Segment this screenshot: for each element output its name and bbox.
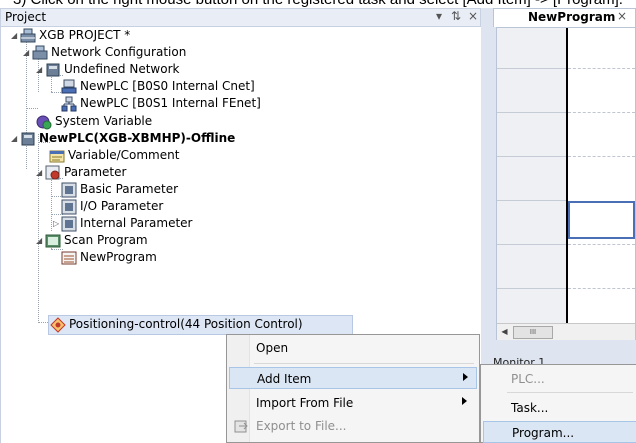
- menu-item-label: Task...: [511, 401, 549, 415]
- network-config-icon: [32, 45, 48, 60]
- program-icon: [61, 251, 77, 265]
- tree-item-label: NewPLC(XGB-XBMHP)-Offline: [39, 131, 236, 145]
- horizontal-scrollbar[interactable]: ◀ III: [497, 323, 635, 340]
- submenu-item-program[interactable]: Program...: [483, 421, 636, 443]
- scroll-left-icon[interactable]: ◀: [499, 326, 510, 338]
- submenu-item-task[interactable]: Task...: [483, 397, 636, 419]
- menu-separator: [254, 363, 474, 364]
- variable-comment-icon: [49, 150, 65, 163]
- menu-item-label: Export to File...: [256, 419, 347, 433]
- close-icon[interactable]: ×: [466, 9, 480, 26]
- parameter-icon: [45, 165, 60, 180]
- tree-item-label: Basic Parameter: [80, 182, 179, 196]
- tree-item-label: NewPLC [B0S0 Internal Cnet]: [80, 79, 255, 93]
- pin-icon[interactable]: ⇅: [449, 9, 463, 26]
- plc-icon: [21, 132, 35, 146]
- add-item-submenu: PLC... Task... Program...: [480, 364, 636, 443]
- tab-label: NewProgram: [528, 10, 616, 24]
- tree-item-label: Parameter: [64, 165, 127, 179]
- expand-toggle-icon[interactable]: ◢: [23, 44, 31, 62]
- submenu-arrow-icon: [463, 373, 468, 381]
- tree-item-label: Positioning-control(44 Position Control): [69, 317, 303, 331]
- menu-item-open[interactable]: Open: [229, 337, 477, 359]
- submenu-arrow-icon: [462, 397, 467, 405]
- fenet-module-icon: [61, 96, 77, 112]
- menu-item-label: Add Item: [257, 372, 312, 386]
- tree-item-positioning-control[interactable]: Positioning-control(44 Position Control): [48, 315, 353, 335]
- menu-item-import-from-file[interactable]: Import From File: [229, 392, 477, 414]
- tree-item-label: I/O Parameter: [80, 199, 164, 213]
- expand-toggle-icon[interactable]: ◢: [11, 27, 19, 45]
- basic-parameter-icon: [61, 182, 77, 198]
- expand-toggle-icon[interactable]: ◢: [11, 130, 19, 148]
- ladder-cursor[interactable]: [568, 201, 635, 239]
- collapse-toggle-icon[interactable]: ▷: [53, 215, 61, 233]
- internal-parameter-icon: [61, 216, 77, 232]
- menu-item-label: Import From File: [256, 396, 354, 410]
- network-icon: [46, 63, 60, 77]
- menu-item-label: PLC...: [511, 372, 545, 386]
- cnet-module-icon: [61, 79, 77, 94]
- menu-item-add-item[interactable]: Add Item: [229, 367, 477, 389]
- tab-close-icon[interactable]: ×: [617, 9, 627, 23]
- tree-item-label: Internal Parameter: [80, 216, 193, 230]
- project-panel-title: Project: [5, 10, 47, 24]
- submenu-item-plc[interactable]: PLC...: [483, 368, 636, 390]
- scan-program-icon: [45, 234, 61, 248]
- context-menu: Open Add Item Import From File Export to…: [226, 334, 480, 443]
- power-rail: [566, 28, 568, 325]
- dropdown-icon[interactable]: ▾: [432, 9, 446, 26]
- tree-item-label: Variable/Comment: [68, 148, 180, 162]
- menu-item-label: Open: [256, 341, 289, 355]
- rung-number-column: [497, 28, 566, 339]
- tree-item-label: XGB PROJECT *: [39, 28, 131, 42]
- system-variable-icon: [36, 115, 52, 130]
- tree-item-label: NewProgram: [80, 250, 157, 264]
- tree-item-label: System Variable: [55, 114, 153, 128]
- menu-separator: [507, 392, 633, 393]
- io-parameter-icon: [61, 199, 77, 215]
- menu-item-export-to-file[interactable]: Export to File...: [229, 415, 477, 437]
- tree-item-label: NewPLC [B0S1 Internal FEnet]: [80, 96, 261, 110]
- tab-newprogram[interactable]: NewProgram ×: [493, 8, 636, 27]
- position-control-icon: [50, 317, 66, 333]
- tree-item-label: Undefined Network: [64, 62, 180, 76]
- expand-toggle-icon[interactable]: ◢: [36, 61, 44, 79]
- ladder-grid[interactable]: ◀ III: [496, 27, 636, 340]
- expand-toggle-icon[interactable]: ◢: [36, 232, 44, 250]
- scroll-thumb[interactable]: III: [513, 326, 553, 339]
- project-icon: [20, 28, 36, 43]
- project-panel-header: Project ▾ ⇅ ×: [0, 8, 481, 27]
- export-icon: [234, 420, 248, 433]
- tree-item-label: Network Configuration: [51, 45, 187, 59]
- expand-toggle-icon[interactable]: ◢: [36, 164, 44, 182]
- menu-item-label: Program...: [512, 426, 575, 440]
- tree-item-label: Scan Program: [64, 233, 148, 247]
